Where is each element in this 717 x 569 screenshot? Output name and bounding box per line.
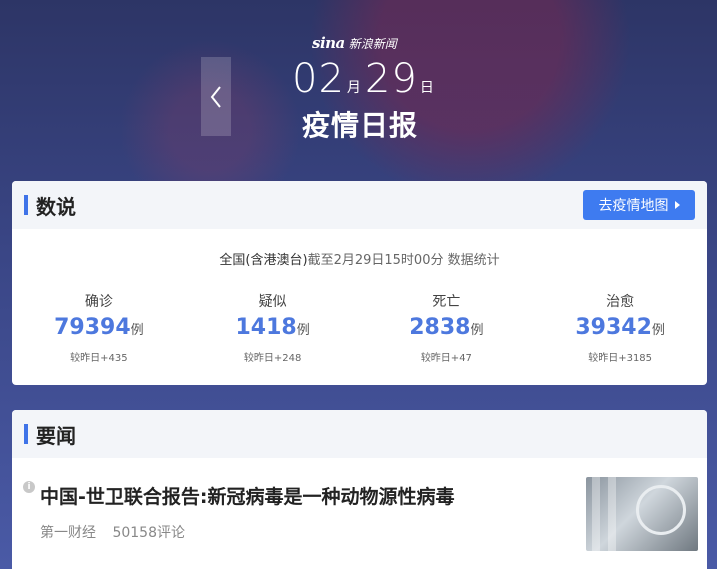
page-title: 疫情日报: [302, 109, 419, 142]
stat-number: 1418: [235, 315, 297, 340]
section-accent-bar: [24, 195, 28, 215]
news-item[interactable]: i 中国-世卫联合报告:新冠病毒是一种动物源性病毒 第一财经 50158评论: [12, 474, 707, 564]
stats-note: 全国(含港澳台)截至2月29日15时00分 数据统计: [12, 249, 707, 268]
news-card-header: 要闻: [12, 410, 707, 458]
brand-text: 新浪新闻: [348, 36, 397, 51]
stats-section-title: 数说: [36, 195, 76, 219]
day-unit: 日: [419, 80, 434, 96]
stat-value: 2838例: [360, 315, 534, 345]
day-number: 29: [364, 56, 418, 102]
news-source: 第一财经: [40, 525, 96, 541]
stat-number: 2838: [409, 315, 471, 340]
epidemic-map-button[interactable]: 去疫情地图: [583, 190, 695, 220]
thumbnail-detail: [592, 477, 600, 551]
stat-delta: 较昨日+3185: [588, 353, 653, 364]
news-title[interactable]: 中国-世卫联合报告:新冠病毒是一种动物源性病毒: [40, 482, 455, 509]
stat-recovered: 治愈 39342例 较昨日+3185: [533, 291, 707, 364]
epidemic-map-button-label: 去疫情地图: [598, 198, 669, 214]
news-card: 要闻 i 中国-世卫联合报告:新冠病毒是一种动物源性病毒 第一财经 50158评…: [12, 410, 707, 569]
stat-label: 治愈: [606, 294, 635, 310]
stats-row: 确诊 79394例 较昨日+435 疑似 1418例 较昨日+248 死亡 28…: [12, 291, 707, 364]
daily-report-header: sina 新浪新闻 02 月 29 日 疫情日报: [0, 0, 717, 180]
thumbnail-detail: [608, 477, 616, 551]
month-unit: 月: [346, 80, 361, 96]
stat-unit: 例: [470, 323, 484, 338]
stat-delta: 较昨日+47: [420, 353, 472, 364]
play-arrow-icon: [674, 201, 680, 209]
stats-timestamp: 截至2月29日15时00分 数据统计: [307, 253, 500, 268]
news-comments[interactable]: 50158评论: [112, 525, 185, 541]
stat-value: 39342例: [533, 315, 707, 345]
stat-label: 疑似: [258, 294, 287, 310]
stat-label: 确诊: [84, 294, 113, 310]
brand: sina 新浪新闻: [312, 34, 397, 52]
thumbnail-emblem: [636, 485, 686, 535]
stat-number: 79394: [54, 315, 131, 340]
stats-card-header: 数说 去疫情地图: [12, 181, 707, 229]
sina-logo: sina: [312, 34, 345, 52]
stats-card: 数说 去疫情地图 全国(含港澳台)截至2月29日15时00分 数据统计 确诊 7…: [12, 181, 707, 385]
stat-deaths: 死亡 2838例 较昨日+47: [360, 291, 534, 364]
news-thumbnail[interactable]: [586, 477, 698, 551]
stat-value: 79394例: [12, 315, 186, 345]
stat-unit: 例: [651, 323, 665, 338]
stats-scope: 全国(含港澳台): [219, 253, 308, 268]
stat-label: 死亡: [432, 294, 461, 310]
previous-day-button[interactable]: [201, 57, 231, 136]
stat-value: 1418例: [186, 315, 360, 345]
stat-confirmed: 确诊 79394例 较昨日+435: [12, 291, 186, 364]
stat-unit: 例: [130, 323, 144, 338]
section-accent-bar: [24, 424, 28, 444]
chevron-left-icon: [210, 85, 221, 108]
stat-unit: 例: [296, 323, 310, 338]
month-number: 02: [292, 56, 345, 102]
stat-delta: 较昨日+248: [243, 353, 302, 364]
news-section-title: 要闻: [36, 424, 76, 448]
info-icon: i: [23, 481, 35, 493]
report-date: 02 月 29 日: [292, 56, 438, 102]
news-meta: 第一财经 50158评论: [40, 522, 185, 542]
stat-number: 39342: [575, 315, 652, 340]
stat-delta: 较昨日+435: [70, 353, 128, 364]
stat-suspected: 疑似 1418例 较昨日+248: [186, 291, 360, 364]
